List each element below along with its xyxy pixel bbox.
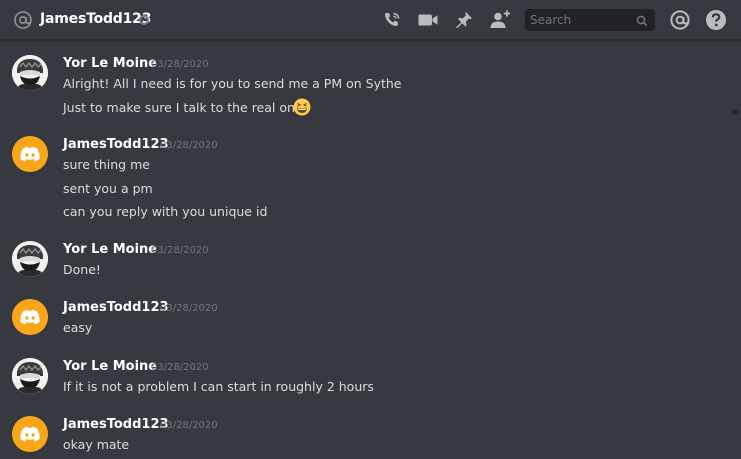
message-author[interactable]: JamesTodd123 [63,416,169,433]
message-list: Yor Le Moine 03/28/2020 Alright! All I n… [0,41,728,459]
discord-avatar[interactable] [12,416,48,452]
channel-header: JamesTodd123 [0,0,741,40]
message-text: sent you a pm [63,181,153,196]
message-timestamp: 03/28/2020 [160,140,218,151]
message-timestamp: 03/28/2020 [160,420,218,431]
message-timestamp: 03/28/2020 [151,362,209,373]
message-text: sure thing me [63,157,150,172]
message-text: Alright! All I need is for you to send m… [63,76,402,91]
message-timestamp: 03/28/2020 [160,303,218,314]
yor-avatar[interactable] [12,55,48,91]
message-timestamp: 03/28/2020 [151,245,209,256]
search-icon [635,13,649,27]
message-group: Yor Le Moine 03/28/2020 If it is not a p… [0,358,728,398]
message-group: JamesTodd123 03/28/2020 sure thing me se… [0,136,728,220]
message-text: easy [63,320,93,335]
message-group: Yor Le Moine 03/28/2020 Alright! All I n… [0,55,728,116]
yor-avatar[interactable] [12,241,48,277]
video-icon[interactable] [416,8,440,32]
message-author[interactable]: JamesTodd123 [63,136,169,153]
yor-avatar[interactable] [12,358,48,394]
help-icon[interactable] [704,8,728,32]
status-dot [139,15,149,25]
message-text: can you reply with you unique id [63,204,268,219]
pin-icon[interactable] [452,8,476,32]
scrollbar[interactable] [730,41,741,459]
message-timestamp: 03/28/2020 [151,59,209,70]
discord-avatar[interactable] [12,136,48,172]
message-group: Yor Le Moine 03/28/2020 Done! [0,241,728,281]
message-group: JamesTodd123 03/28/2020 easy [0,299,728,339]
grinning-squinting-emoji [293,98,311,116]
message-author[interactable]: Yor Le Moine [63,55,157,72]
search-input[interactable] [525,9,633,31]
message-text: Just to make sure I talk to the real one [63,100,303,115]
message-text: If it is not a problem I can start in ro… [63,379,374,394]
discord-avatar[interactable] [12,299,48,335]
message-text: okay mate [63,437,130,452]
message-author[interactable]: Yor Le Moine [63,358,157,375]
mentions-icon[interactable] [668,8,692,32]
scrollbar-thumb[interactable] [732,109,738,115]
call-icon[interactable] [380,8,404,32]
message-author[interactable]: JamesTodd123 [63,299,169,316]
add-friend-icon[interactable] [488,8,512,32]
message-text: Done! [63,262,101,277]
message-group: JamesTodd123 03/28/2020 okay mate [0,416,728,456]
search-box[interactable] [525,9,655,31]
message-author[interactable]: Yor Le Moine [63,241,157,258]
conversation-title: JamesTodd123 [40,11,152,27]
at-icon [13,10,33,30]
